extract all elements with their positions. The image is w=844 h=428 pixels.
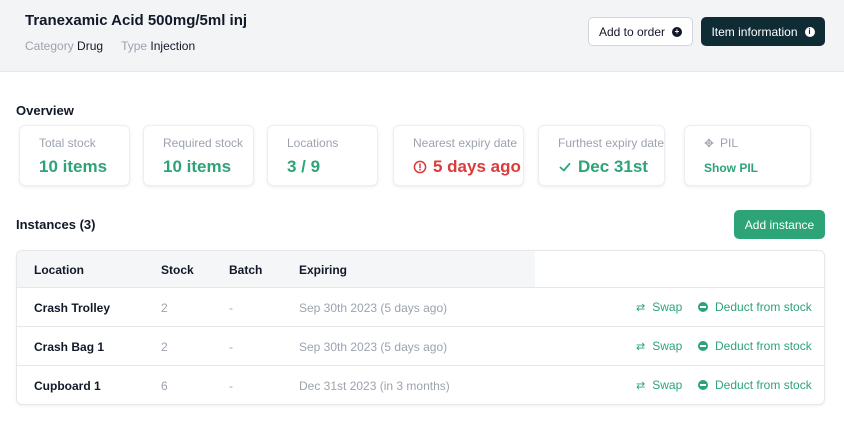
item-meta: Category Drug Type Injection (25, 39, 195, 53)
table-row: Crash Trolley 2 - Sep 30th 2023 (5 days … (17, 287, 824, 326)
stock-cell: 2 (161, 340, 168, 354)
add-instance-button[interactable]: Add instance (734, 210, 825, 239)
info-icon: i (804, 26, 815, 37)
table-row: Crash Bag 1 2 - Sep 30th 2023 (5 days ag… (17, 326, 824, 365)
minus-circle-icon (698, 380, 708, 390)
card-value: Dec 31st (578, 157, 648, 176)
plus-circle-icon: + (672, 26, 683, 37)
pil-label-row: PIL (704, 136, 738, 150)
column-header-stock: Stock (161, 263, 194, 277)
deduct-from-stock-button[interactable]: Deduct from stock (698, 339, 812, 353)
column-header-batch: Batch (229, 263, 263, 277)
swap-label: Swap (652, 378, 683, 392)
check-icon (559, 162, 571, 172)
location-cell: Crash Trolley (34, 301, 111, 315)
deduct-from-stock-button[interactable]: Deduct from stock (698, 300, 812, 314)
swap-label: Swap (652, 300, 683, 314)
pil-document-icon (704, 138, 714, 148)
card-label: Locations (287, 136, 339, 150)
card-value: 3 / 9 (287, 157, 321, 176)
instances-title: Instances (3) (16, 217, 96, 232)
swap-button[interactable]: ⇄ Swap (636, 339, 682, 353)
item-information-button[interactable]: Item information i (701, 17, 825, 46)
item-information-label: Item information (711, 24, 798, 39)
show-pil-link[interactable]: Show PIL (704, 161, 758, 175)
batch-cell: - (229, 340, 233, 354)
expiring-cell: Dec 31st 2023 (in 3 months) (299, 379, 450, 393)
card-label: Total stock (39, 136, 96, 150)
add-to-order-label: Add to order (598, 24, 666, 39)
swap-label: Swap (652, 339, 683, 353)
table-row: Cupboard 1 6 - Dec 31st 2023 (in 3 month… (17, 365, 824, 404)
type-value: Injection (150, 39, 196, 53)
nearest-expiry-card: Nearest expiry date 5 days ago (393, 125, 524, 186)
swap-icon: ⇄ (636, 340, 646, 353)
locations-card: Locations 3 / 9 (267, 125, 378, 186)
column-header-location: Location (34, 263, 84, 277)
minus-circle-icon (698, 302, 708, 312)
deduct-label: Deduct from stock (715, 339, 812, 353)
stock-cell: 2 (161, 301, 168, 315)
category-meta: Category Drug (25, 39, 103, 53)
nearest-expiry-value-row: 5 days ago (413, 157, 521, 177)
type-label: Type (121, 39, 148, 53)
location-cell: Crash Bag 1 (34, 340, 105, 354)
instances-table: Location Stock Batch Expiring Crash Trol… (16, 250, 825, 405)
total-stock-card: Total stock 10 items (19, 125, 130, 186)
page-title: Tranexamic Acid 500mg/5ml inj (25, 12, 248, 29)
card-label: Furthest expiry date (558, 136, 665, 150)
minus-circle-icon (698, 341, 708, 351)
column-header-expiring: Expiring (299, 263, 348, 277)
batch-cell: - (229, 301, 233, 315)
card-value: 10 items (39, 157, 108, 176)
expiring-cell: Sep 30th 2023 (5 days ago) (299, 340, 448, 354)
type-meta: Type Injection (121, 39, 195, 53)
deduct-label: Deduct from stock (715, 378, 812, 392)
add-to-order-button[interactable]: Add to order + (588, 17, 693, 46)
overview-title: Overview (16, 103, 74, 118)
swap-icon: ⇄ (636, 301, 646, 314)
swap-button[interactable]: ⇄ Swap (636, 378, 682, 392)
swap-icon: ⇄ (636, 379, 646, 392)
category-value: Drug (77, 39, 104, 53)
table-header: Location Stock Batch Expiring (17, 251, 535, 288)
category-label: Category (25, 39, 74, 53)
stock-cell: 6 (161, 379, 168, 393)
card-value: 5 days ago (433, 157, 521, 176)
deduct-label: Deduct from stock (715, 300, 812, 314)
expiring-cell: Sep 30th 2023 (5 days ago) (299, 301, 448, 315)
card-label: PIL (720, 136, 739, 150)
location-cell: Cupboard 1 (34, 379, 101, 393)
deduct-from-stock-button[interactable]: Deduct from stock (698, 378, 812, 392)
card-value: 10 items (163, 157, 232, 176)
batch-cell: - (229, 379, 233, 393)
pil-card: PIL Show PIL (684, 125, 811, 186)
required-stock-card: Required stock 10 items (143, 125, 254, 186)
item-header: Tranexamic Acid 500mg/5ml inj Category D… (0, 0, 844, 72)
furthest-expiry-value-row: Dec 31st (558, 157, 648, 177)
alert-circle-icon (413, 160, 427, 174)
swap-button[interactable]: ⇄ Swap (636, 300, 682, 314)
card-label: Nearest expiry date (413, 136, 518, 150)
card-label: Required stock (163, 136, 244, 150)
furthest-expiry-card: Furthest expiry date Dec 31st (538, 125, 665, 186)
